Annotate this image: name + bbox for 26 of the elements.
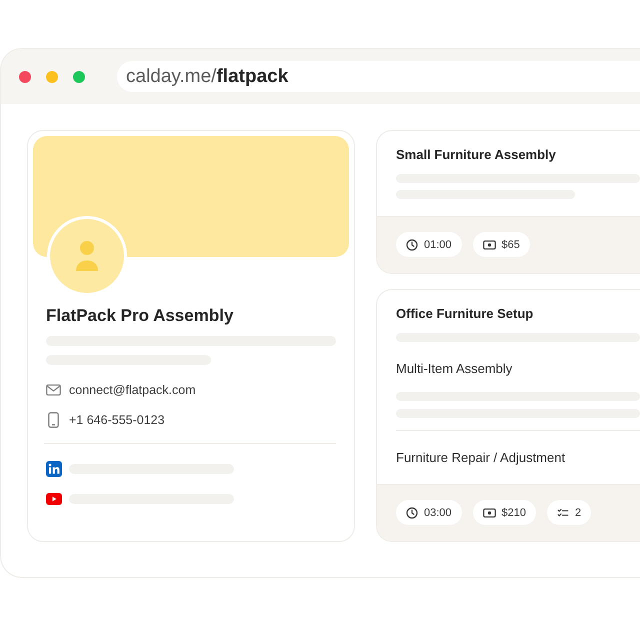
email-text: connect@flatpack.com — [69, 383, 196, 397]
linkedin-icon[interactable] — [46, 461, 62, 477]
count-text: 2 — [575, 506, 582, 518]
envelope-icon — [46, 384, 61, 396]
clock-icon — [406, 506, 418, 518]
price-text: $65 — [502, 238, 520, 250]
duration-text: 01:00 — [424, 238, 452, 250]
zoom-dot-icon[interactable] — [73, 70, 85, 82]
duration-text: 03:00 — [424, 506, 452, 518]
close-dot-icon[interactable] — [19, 70, 31, 82]
service-title: Small Furniture Assembly — [396, 146, 557, 164]
url-field[interactable]: calday.me/flatpack — [117, 61, 640, 92]
banknote-icon — [482, 508, 496, 518]
service-item: Furniture Repair / Adjustment — [396, 449, 566, 467]
service-item: Multi-Item Assembly — [396, 360, 514, 378]
minimize-dot-icon[interactable] — [46, 70, 58, 82]
banknote-icon — [482, 240, 496, 250]
profile-name: FlatPack Pro Assembly — [46, 305, 234, 327]
phone-icon — [48, 412, 59, 428]
service-title: Office Furniture Setup — [396, 305, 534, 323]
youtube-icon[interactable] — [46, 493, 62, 505]
avatar-icon — [47, 216, 127, 296]
clock-icon — [406, 238, 418, 250]
phone-text: +1 646-555-0123 — [69, 413, 165, 427]
price-text: $210 — [502, 506, 526, 518]
checklist-icon — [557, 506, 570, 518]
